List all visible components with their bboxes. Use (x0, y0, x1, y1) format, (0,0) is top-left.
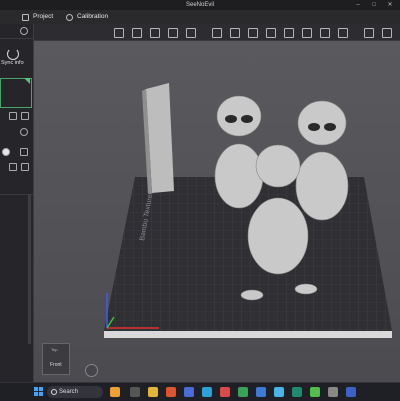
alien-right-head (297, 100, 347, 146)
menu-project[interactable]: Project (22, 10, 53, 24)
title-bar: SeeNoEvil – □ ✕ (0, 0, 400, 10)
info-icon[interactable] (20, 128, 28, 136)
sync-icon[interactable] (7, 48, 19, 60)
maximize-button[interactable]: □ (368, 0, 380, 10)
search-icon (51, 389, 57, 395)
taskbar-search[interactable]: Search (47, 386, 103, 398)
alien-right-body (295, 151, 349, 221)
alien-center-head (255, 144, 301, 188)
paint-icon[interactable] (320, 28, 330, 38)
alien-center-body (247, 197, 309, 275)
arrange-icon[interactable] (132, 28, 142, 38)
scale-icon[interactable] (248, 28, 258, 38)
menu-bar: Project Calibration (0, 10, 400, 25)
app-icon-edge[interactable] (202, 387, 212, 397)
calibration-icon (66, 13, 73, 21)
sidebar-scrollbar[interactable] (28, 194, 31, 344)
app-icon-store[interactable] (346, 387, 356, 397)
rotate-icon[interactable] (230, 28, 240, 38)
app-icon-settings[interactable] (328, 387, 338, 397)
app-icon-widgets[interactable] (110, 387, 120, 397)
sidebar-section (0, 176, 33, 195)
layout-icon[interactable] (186, 28, 196, 38)
menu-calibration[interactable]: Calibration (66, 10, 108, 24)
window-title: SeeNoEvil (185, 2, 214, 8)
plate-edge (104, 331, 392, 338)
move-icon[interactable] (212, 28, 222, 38)
navigation-cube[interactable]: Top Front (42, 343, 70, 375)
app-icon-bambu[interactable] (310, 387, 320, 397)
3d-viewport[interactable]: Bambu Textured PEI Plate Top Front (34, 41, 400, 382)
seam-icon[interactable] (302, 28, 312, 38)
minimize-button[interactable]: – (352, 0, 364, 10)
close-button[interactable]: ✕ (384, 0, 396, 10)
taskbar-search-label: Search (59, 389, 79, 395)
app-icon-steam[interactable] (184, 387, 194, 397)
app-icon-edge-alt[interactable] (274, 387, 284, 397)
folder-icon[interactable] (9, 163, 17, 171)
support-icon[interactable] (284, 28, 294, 38)
app-icon-taskview[interactable] (130, 387, 140, 397)
printer-icon[interactable] (9, 112, 17, 120)
settings-icon[interactable] (20, 27, 28, 35)
toolbar (34, 24, 400, 41)
view-reset-button[interactable] (85, 364, 98, 377)
text-icon[interactable] (338, 28, 348, 38)
windows-start-icon[interactable] (34, 387, 43, 396)
toggle-icon[interactable] (2, 148, 10, 156)
grid-icon[interactable] (20, 148, 28, 156)
cut-icon[interactable] (266, 28, 276, 38)
taskbar: Search (0, 382, 400, 401)
alien-center-foot-left (240, 289, 264, 301)
app-icon-mail[interactable] (256, 387, 266, 397)
search-icon[interactable] (21, 163, 29, 171)
sidebar-header (0, 24, 33, 39)
selected-indicator (24, 78, 30, 84)
app-icon-brave[interactable] (166, 387, 176, 397)
orient-icon[interactable] (150, 28, 160, 38)
sidebar: Sync info (0, 24, 34, 382)
menu-calibration-label: Calibration (77, 13, 109, 20)
project-icon (22, 13, 29, 21)
alien-center-foot-right (294, 283, 318, 295)
assembly-icon[interactable] (364, 28, 374, 38)
nav-cube-top: Top (51, 347, 58, 352)
edit-icon[interactable] (21, 112, 29, 120)
add-object-icon[interactable] (114, 28, 124, 38)
alien-left-body (214, 143, 264, 209)
app-icon-spotify[interactable] (292, 387, 302, 397)
app-icon-explorer[interactable] (148, 387, 158, 397)
split-icon[interactable] (168, 28, 178, 38)
nav-cube-front: Front (50, 362, 62, 368)
scene: Bambu Textured PEI Plate (104, 83, 392, 338)
app-icon-opera[interactable] (220, 387, 230, 397)
sync-info-label[interactable]: Sync info (1, 60, 24, 66)
alien-left-head (216, 95, 262, 137)
menu-project-label: Project (33, 13, 54, 20)
view-icon[interactable] (382, 28, 392, 38)
app-icon-xbox[interactable] (238, 387, 248, 397)
